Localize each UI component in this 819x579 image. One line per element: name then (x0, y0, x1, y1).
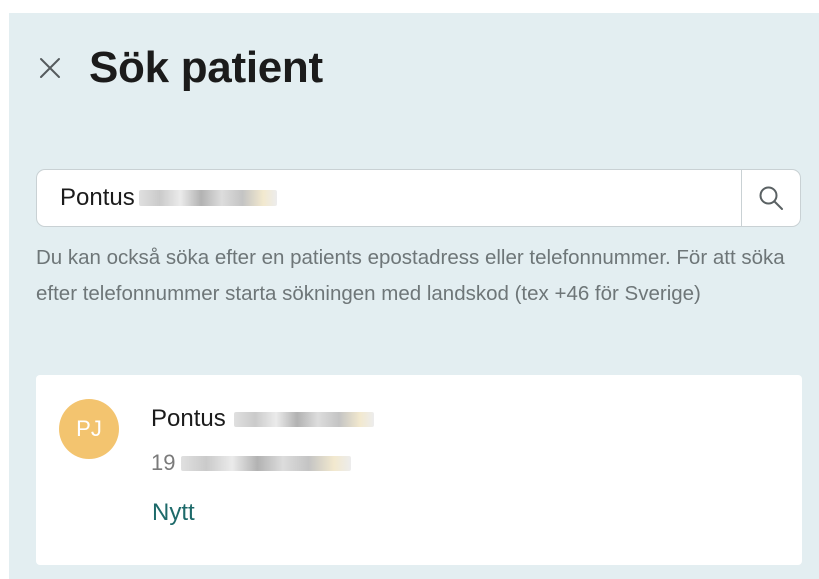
close-button[interactable] (35, 53, 65, 83)
patient-pnr-prefix: 19 (151, 450, 176, 475)
patient-result-card[interactable]: PJ Pontus 19 Nytt (36, 375, 802, 565)
search-helper-text: Du kan också söka efter en patients epos… (36, 246, 785, 305)
patient-name: Pontus (151, 405, 374, 433)
search-icon (759, 186, 783, 210)
avatar: PJ (59, 399, 119, 459)
search-box: Pontus (36, 169, 801, 227)
search-button[interactable] (741, 170, 800, 226)
header: Sök patient (35, 43, 323, 93)
status-badge: Nytt (152, 499, 195, 526)
redacted-text (138, 190, 277, 206)
redacted-text (181, 455, 352, 471)
search-input[interactable]: Pontus (37, 170, 741, 226)
search-panel: Sök patient Pontus Du kan också söka eft… (9, 13, 819, 579)
search-input-text: Pontus (60, 184, 135, 211)
close-icon (40, 58, 60, 78)
redacted-text (233, 411, 374, 427)
patient-personal-number: 19 (151, 450, 352, 476)
patient-first-name: Pontus (151, 405, 226, 432)
page-title: Sök patient (89, 43, 323, 92)
